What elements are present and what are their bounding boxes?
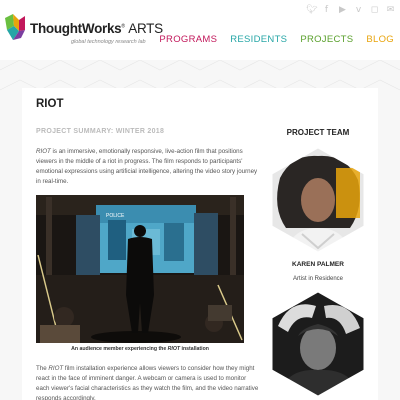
logo-wordmark-name: ThoughtWorks (30, 21, 122, 36)
nav-projects[interactable]: PROJECTS (300, 34, 353, 45)
caption-text-start: An audience member experiencing the (71, 346, 168, 352)
twitter-icon[interactable]: 🐦︎ (306, 6, 317, 15)
instagram-icon[interactable]: ◻ (370, 6, 379, 15)
logo-tagline: global technology research lab (71, 39, 146, 45)
logo-wordmark: ThoughtWorks® ARTS (30, 21, 163, 36)
project-summary-label: PROJECT SUMMARY: WINTER 2018 (36, 128, 165, 135)
logo-mark-icon (5, 14, 25, 40)
facebook-icon[interactable]: f (322, 6, 331, 15)
photo-caption: An audience member experiencing the RIOT… (36, 346, 244, 352)
nav-programs[interactable]: PROGRAMS (159, 34, 217, 45)
body-text-start: The (36, 365, 49, 372)
caption-text-end: installation (180, 346, 209, 352)
body-emphasis: RIOT (48, 365, 64, 372)
vimeo-icon[interactable]: v (354, 6, 363, 15)
nav-residents[interactable]: RESIDENTS (230, 34, 287, 45)
intro-paragraph: RIOT is an immersive, emotionally respon… (36, 147, 261, 187)
project-team-heading: PROJECT TEAM (286, 128, 350, 137)
team-member-photo[interactable] (272, 148, 364, 252)
page: ThoughtWorks® ARTS global technology res… (0, 0, 400, 400)
team-member-name[interactable]: KAREN PALMER (268, 261, 368, 268)
site-header: ThoughtWorks® ARTS global technology res… (0, 0, 400, 60)
site-logo[interactable]: ThoughtWorks® ARTS global technology res… (5, 12, 163, 52)
installation-photo-art: POLICE (36, 195, 244, 343)
team-member-role: Artist in Residence (292, 276, 344, 282)
youtube-icon[interactable]: ▶ (338, 6, 347, 15)
installation-photo: POLICE (36, 195, 244, 343)
nav-blog[interactable]: BLOG (366, 34, 394, 45)
content-card: RIOT PROJECT SUMMARY: WINTER 2018 RIOT i… (22, 88, 378, 400)
intro-text: is an immersive, emotionally responsive,… (36, 148, 258, 185)
social-links: 🐦︎ f ▶ v ◻ ✉ (306, 6, 395, 15)
logo-wordmark-arts: ARTS (128, 21, 163, 36)
intro-emphasis: RIOT (36, 148, 51, 155)
body-text: film installation experience allows view… (36, 365, 259, 400)
team-member-photo[interactable] (272, 292, 364, 396)
body-paragraph: The RIOT film installation experience al… (36, 364, 261, 400)
page-title: RIOT (36, 98, 64, 110)
caption-emphasis: RIOT (167, 346, 181, 352)
email-icon[interactable]: ✉ (386, 6, 395, 15)
main-nav: PROGRAMS RESIDENTS PROJECTS BLOG (159, 34, 394, 45)
photo-sign: POLICE (106, 213, 125, 219)
